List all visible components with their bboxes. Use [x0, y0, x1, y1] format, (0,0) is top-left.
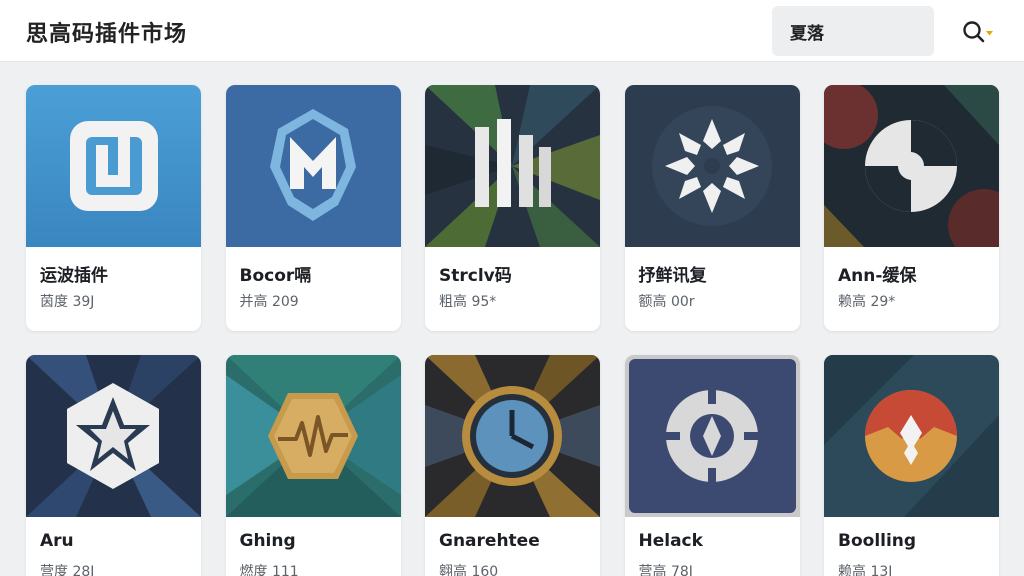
search-button[interactable] [958, 16, 998, 48]
plugin-meta: 营度 28J [40, 564, 95, 576]
plugin-meta: 并高 209 [239, 294, 299, 310]
plugin-name: Bocor嗝 [239, 266, 312, 286]
shield-crest-logo-icon [225, 85, 401, 247]
plugin-name: Strclv码 [439, 266, 512, 286]
swirl-logo-icon [824, 85, 999, 247]
plugin-card[interactable]: Aru 营度 28J [26, 355, 201, 576]
clock-gauge-logo-icon [425, 355, 600, 517]
caret-down-icon [986, 31, 993, 36]
search-icon [963, 21, 993, 43]
plugin-grid: 运波插件 茵度 39J Bocor嗝 并高 209 Strclv码 粗高 95*… [26, 85, 999, 576]
plugin-meta: 翱高 160 [439, 564, 499, 576]
plugin-name: Boolling [838, 531, 917, 551]
plugin-name: Aru [40, 531, 74, 551]
plugin-meta: 营高 78J [638, 564, 693, 576]
plugin-card[interactable]: Bocor嗝 并高 209 [225, 85, 401, 331]
plugin-name: 运波插件 [40, 266, 108, 286]
plugin-meta: 粗高 95* [439, 294, 497, 310]
plugin-name: Helack [638, 531, 703, 551]
plugin-meta: 燃度 111 [239, 564, 299, 576]
plugin-meta: 赖高 13J [838, 564, 893, 576]
hexagon-star-logo-icon [26, 355, 201, 517]
plugin-meta: 额高 00r [638, 294, 695, 310]
search-input[interactable]: 夏落 [772, 6, 934, 56]
plugin-card[interactable]: Gnarehtee 翱高 160 [425, 355, 600, 576]
search-input-value: 夏落 [790, 23, 824, 44]
plugin-meta: 赖高 29* [838, 294, 896, 310]
plugin-name: Ann-缓保 [838, 266, 917, 286]
split-badge-logo-icon [824, 355, 999, 517]
compass-circle-logo-icon [624, 355, 800, 517]
top-bar: 思高码插件市场 夏落 [0, 0, 1024, 62]
plugin-name: 抒鲜讯复 [638, 266, 707, 286]
pulse-hexagon-logo-icon [225, 355, 401, 517]
plugin-meta: 茵度 39J [40, 294, 95, 310]
plugin-card[interactable]: 抒鲜讯复 额高 00r [624, 85, 800, 331]
rounded-square-logo-icon [26, 85, 201, 247]
pillars-logo-icon [425, 85, 600, 247]
plugin-name: Ghing [239, 531, 296, 551]
plugin-card[interactable]: Ghing 燃度 111 [225, 355, 401, 576]
plugin-card[interactable]: 运波插件 茵度 39J [26, 85, 201, 331]
plugin-card[interactable]: Boolling 赖高 13J [824, 355, 999, 576]
plugin-card[interactable]: Ann-缓保 赖高 29* [824, 85, 999, 331]
plugin-card[interactable]: Strclv码 粗高 95* [425, 85, 600, 331]
plugin-name: Gnarehtee [439, 531, 540, 551]
snowflake-logo-icon [624, 85, 800, 247]
page-title: 思高码插件市场 [26, 22, 188, 47]
plugin-card[interactable]: Helack 营高 78J [624, 355, 800, 576]
